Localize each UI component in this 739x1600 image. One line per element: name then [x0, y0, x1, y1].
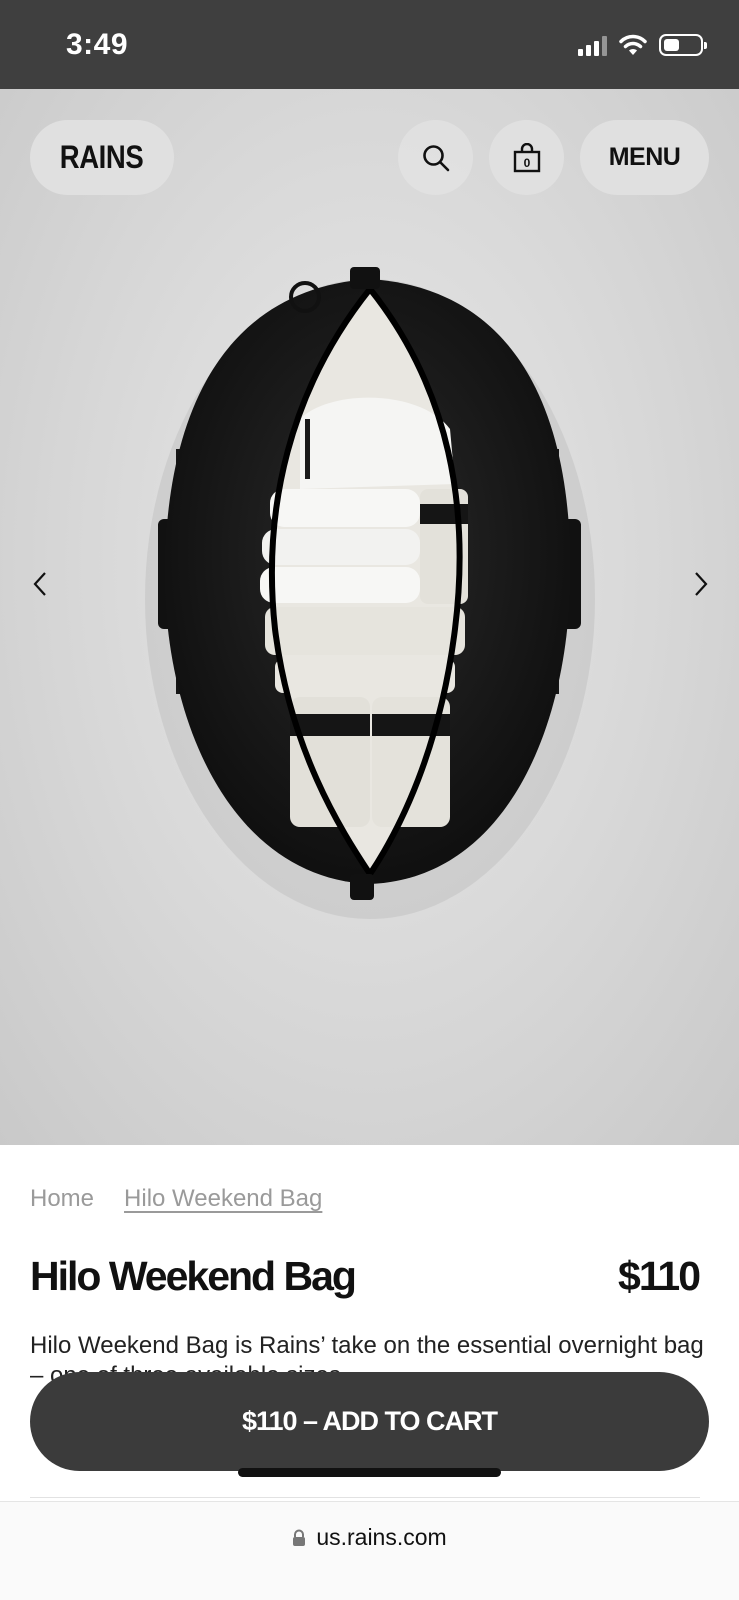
wifi-icon: [619, 34, 647, 55]
breadcrumb: Home Hilo Weekend Bag: [30, 1185, 322, 1213]
menu-label: MENU: [608, 143, 681, 171]
cellular-signal-icon: [578, 34, 607, 56]
breadcrumb-current[interactable]: Hilo Weekend Bag: [124, 1185, 322, 1213]
product-image: [145, 267, 595, 919]
product-gallery[interactable]: RAINS 0 MENU: [0, 89, 739, 1145]
gallery-prev-button[interactable]: [25, 569, 55, 599]
product-price: $110: [618, 1253, 701, 1299]
shopping-bag-icon: 0: [513, 142, 540, 172]
gallery-next-button[interactable]: [686, 569, 716, 599]
cart-button[interactable]: 0: [489, 120, 564, 195]
browser-address-bar[interactable]: us.rains.com: [0, 1501, 739, 1600]
home-indicator[interactable]: [238, 1468, 501, 1477]
add-to-cart-button[interactable]: $110 – ADD TO CART: [30, 1372, 709, 1471]
battery-icon: [659, 34, 707, 56]
breadcrumb-home[interactable]: Home: [30, 1185, 94, 1213]
search-button[interactable]: [398, 120, 473, 195]
status-bar: 3:49: [0, 0, 739, 89]
divider: [30, 1497, 700, 1498]
product-title: Hilo Weekend Bag: [30, 1253, 357, 1299]
status-time: 3:49: [66, 28, 129, 61]
menu-button[interactable]: MENU: [580, 120, 709, 195]
cart-count: 0: [523, 156, 530, 170]
status-icons: [578, 34, 707, 56]
lock-icon: [293, 1529, 306, 1546]
chevron-left-icon: [33, 572, 46, 596]
logo-text: RAINS: [60, 139, 144, 175]
url-text: us.rains.com: [316, 1524, 447, 1550]
rains-logo[interactable]: RAINS: [30, 120, 174, 195]
chevron-right-icon: [695, 572, 708, 596]
url-row[interactable]: us.rains.com: [0, 1524, 739, 1551]
search-icon: [422, 144, 449, 171]
